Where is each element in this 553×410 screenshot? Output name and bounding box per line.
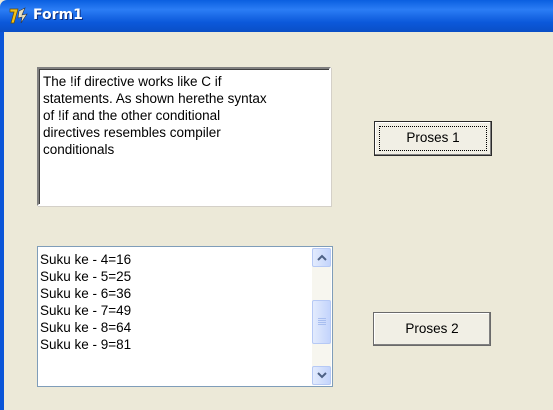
result-listbox[interactable]: Suku ke - 4=16 Suku ke - 5=25 Suku ke - …	[37, 246, 333, 387]
scroll-up-button[interactable]	[312, 248, 331, 267]
scroll-thumb[interactable]	[312, 300, 331, 344]
scroll-down-button[interactable]	[312, 366, 331, 385]
proses-1-label: Proses 1	[406, 130, 460, 145]
memo-line: of !if and the other conditional	[43, 108, 221, 123]
memo-content: The !if directive works like C if statem…	[43, 73, 327, 158]
chevron-down-icon	[317, 372, 327, 379]
memo-line: statements. As shown herethe syntax	[43, 91, 267, 106]
thumb-grip	[318, 318, 326, 319]
memo-line: conditionals	[43, 142, 115, 157]
list-item[interactable]: Suku ke - 4=16	[40, 251, 131, 268]
memo-line: The !if directive works like C if	[43, 74, 222, 89]
app-icon[interactable]	[9, 7, 29, 25]
list-item[interactable]: Suku ke - 5=25	[40, 268, 131, 285]
proses-2-label: Proses 2	[405, 321, 459, 336]
vertical-scrollbar[interactable]	[312, 248, 331, 385]
list-item[interactable]: Suku ke - 7=49	[40, 302, 131, 319]
title-bar[interactable]: Form1	[0, 0, 553, 32]
window-left-border	[0, 32, 4, 410]
memo-text-area[interactable]: The !if directive works like C if statem…	[37, 67, 331, 206]
thumb-grip	[318, 324, 326, 325]
memo-line: directives resembles compiler	[43, 125, 221, 140]
list-item[interactable]: Suku ke - 8=64	[40, 319, 131, 336]
list-item[interactable]: Suku ke - 6=36	[40, 285, 131, 302]
proses-2-button[interactable]: Proses 2	[373, 312, 491, 346]
proses-1-button[interactable]: Proses 1	[374, 121, 492, 156]
thumb-grip	[318, 320, 326, 321]
thumb-grip	[318, 322, 326, 323]
chevron-up-icon	[317, 254, 327, 261]
list-items: Suku ke - 4=16 Suku ke - 5=25 Suku ke - …	[40, 251, 131, 353]
window-title: Form1	[33, 7, 83, 23]
list-item[interactable]: Suku ke - 9=81	[40, 336, 131, 353]
